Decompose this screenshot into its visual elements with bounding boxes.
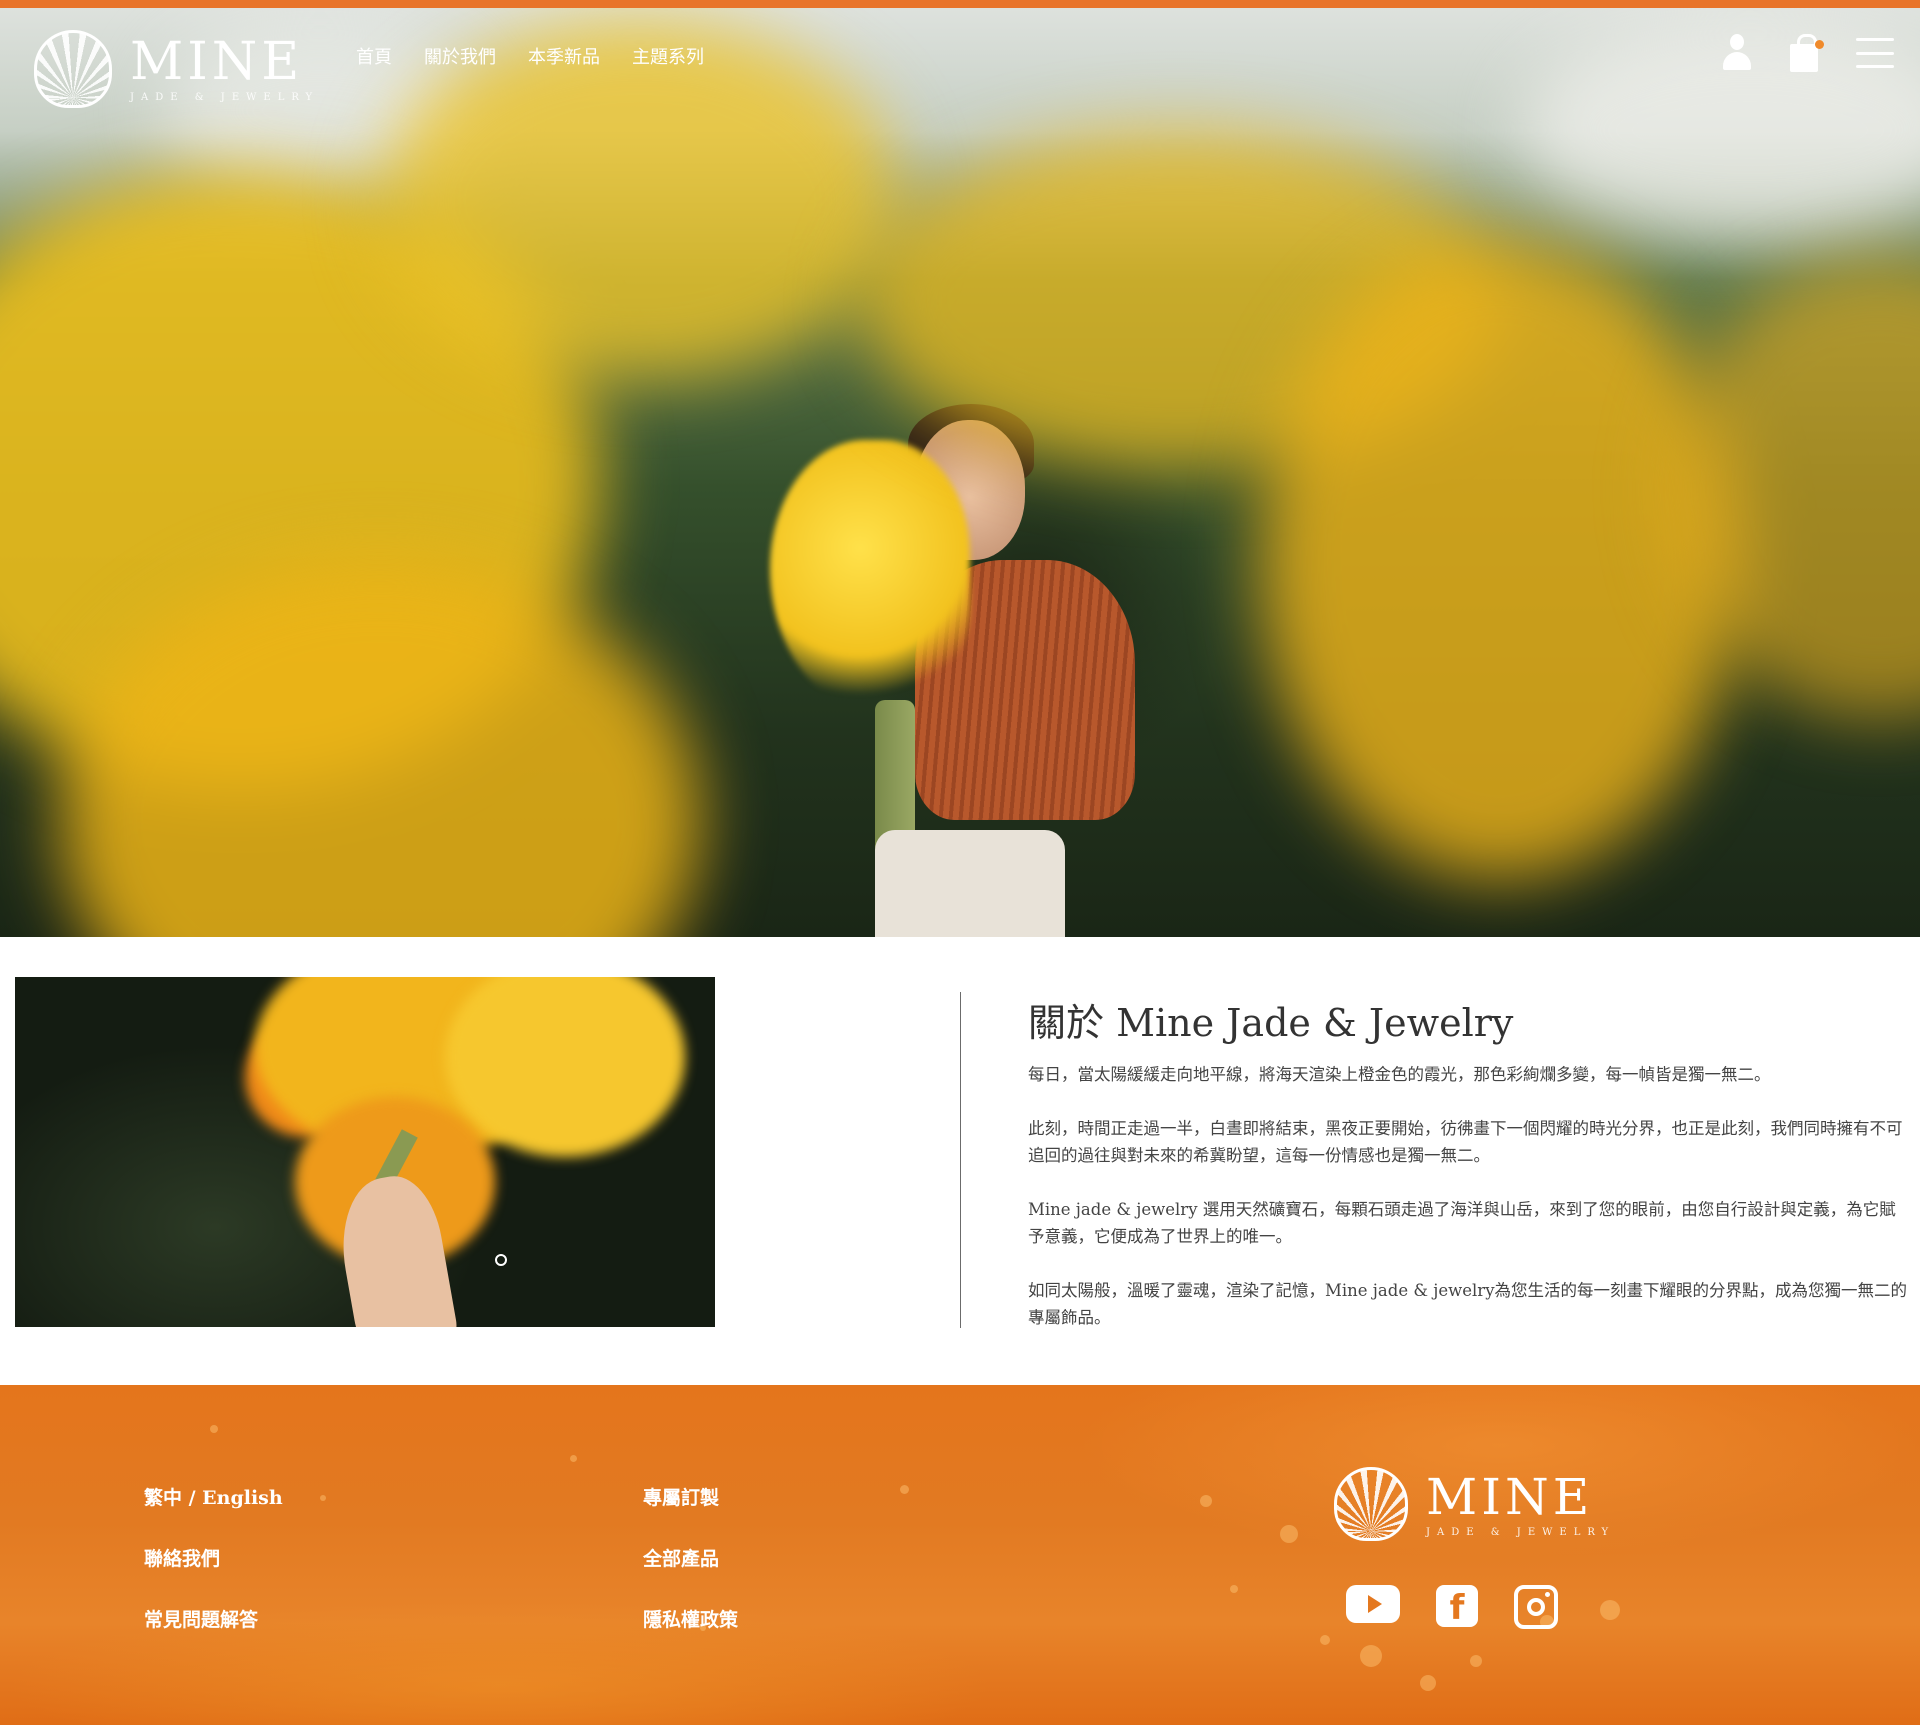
footer-link-faq[interactable]: 常見問題解答 xyxy=(144,1605,283,1632)
brand-name: MINE xyxy=(130,31,304,92)
site-footer: 繁中 / English 聯絡我們 常見問題解答 專屬訂製 全部產品 隱私權政策… xyxy=(0,1385,1920,1725)
about-paragraph: Mine jade & jewelry 選用天然礦寶石，每顆石頭走過了海洋與山岳… xyxy=(1028,1200,1896,1246)
header-actions xyxy=(1722,34,1894,72)
youtube-icon[interactable] xyxy=(1346,1585,1400,1623)
instagram-icon[interactable] xyxy=(1514,1585,1558,1629)
shopping-bag-icon[interactable] xyxy=(1790,34,1824,72)
about-slider-image xyxy=(15,977,715,1327)
footer-links-right: 專屬訂製 全部產品 隱私權政策 xyxy=(643,1483,738,1666)
footer-brand-tagline: JADE & JEWELRY xyxy=(1426,1526,1616,1538)
language-toggle[interactable]: 繁中 / English xyxy=(144,1483,283,1510)
about-paragraph: 如同太陽般，溫暖了靈魂，渲染了記憶，Mine jade & jewelry為您生… xyxy=(1028,1281,1908,1327)
social-links: f xyxy=(1346,1585,1558,1629)
footer-logo: MINE JADE & JEWELRY xyxy=(1334,1467,1615,1541)
site-header: MINE JADE & JEWELRY 首頁 關於我們 本季新品 主題系列 xyxy=(0,8,1920,108)
shell-logo-icon xyxy=(1334,1467,1408,1541)
slider-dot[interactable] xyxy=(495,1254,507,1266)
footer-link-custom[interactable]: 專屬訂製 xyxy=(643,1483,738,1510)
brand-logo[interactable]: MINE JADE & JEWELRY xyxy=(34,30,319,108)
about-title: 關於 Mine Jade & Jewelry xyxy=(1028,1001,1514,1045)
nav-collections[interactable]: 主題系列 xyxy=(632,43,704,69)
footer-link-all-products[interactable]: 全部產品 xyxy=(643,1544,738,1571)
footer-link-privacy[interactable]: 隱私權政策 xyxy=(643,1605,738,1632)
user-icon[interactable] xyxy=(1722,34,1752,72)
about-text: 關於 Mine Jade & Jewelry 每日，當太陽緩緩走向地平線，將海天… xyxy=(1028,992,1908,1358)
about-paragraph: 此刻，時間正走過一半，白晝即將結束，黑夜正要開始，彷彿畫下一個閃耀的時光分界，也… xyxy=(1028,1119,1903,1165)
cart-badge xyxy=(1815,40,1824,49)
hero-model-photo xyxy=(740,400,1200,937)
brand-tagline: JADE & JEWELRY xyxy=(130,91,320,103)
menu-icon[interactable] xyxy=(1856,38,1894,68)
hero-banner xyxy=(0,0,1920,937)
facebook-icon[interactable]: f xyxy=(1436,1585,1478,1628)
footer-links-left: 繁中 / English 聯絡我們 常見問題解答 xyxy=(144,1483,283,1666)
nav-about[interactable]: 關於我們 xyxy=(424,43,496,69)
main-nav: 首頁 關於我們 本季新品 主題系列 xyxy=(356,43,736,69)
footer-brand-name: MINE xyxy=(1426,1467,1594,1526)
shell-logo-icon xyxy=(34,30,112,108)
nav-home[interactable]: 首頁 xyxy=(356,43,392,69)
nav-new-arrivals[interactable]: 本季新品 xyxy=(528,43,600,69)
footer-link-contact[interactable]: 聯絡我們 xyxy=(144,1544,283,1571)
top-accent-bar xyxy=(0,0,1920,8)
about-paragraph: 每日，當太陽緩緩走向地平線，將海天渲染上橙金色的霞光，那色彩絢爛多變，每一幀皆是… xyxy=(1028,1065,1771,1084)
vertical-divider xyxy=(960,992,961,1328)
flower-bouquet xyxy=(770,440,970,710)
